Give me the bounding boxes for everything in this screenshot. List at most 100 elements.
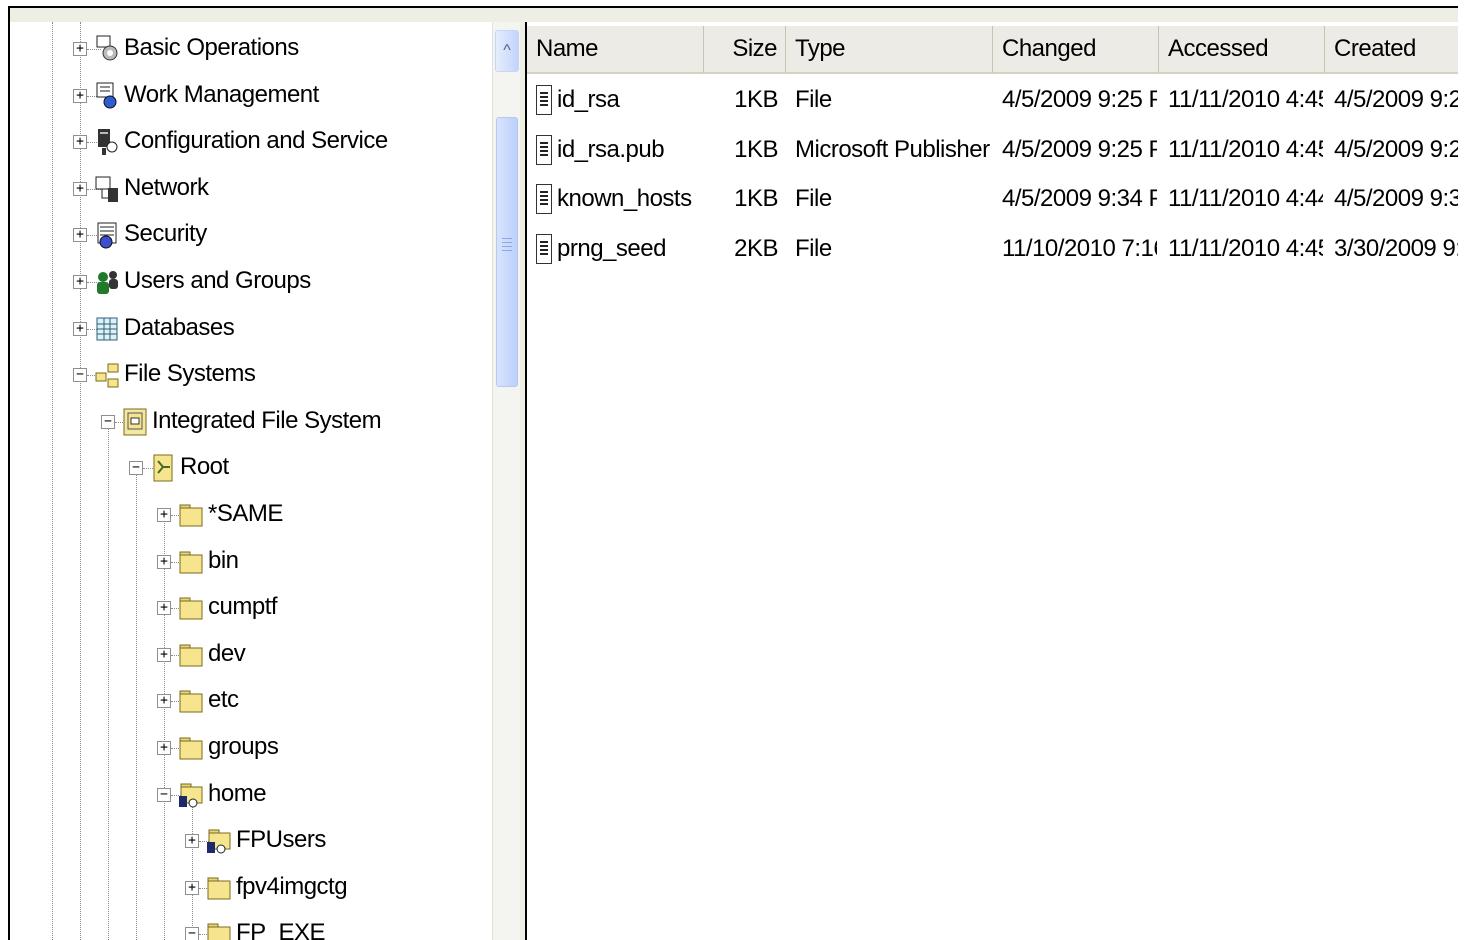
scroll-grip-line <box>502 246 512 247</box>
file-accessed-cell: 11/11/2010 4:44 PM <box>1168 185 1323 212</box>
expand-icon[interactable]: + <box>73 228 87 243</box>
collapse-icon[interactable]: − <box>157 787 171 802</box>
tree-node-fpv4imgctg[interactable]: + fpv4imgctg <box>10 865 490 911</box>
tree-node-same[interactable]: + *SAME <box>10 492 490 538</box>
expand-icon[interactable]: + <box>73 135 87 150</box>
tree-node-bin[interactable]: + bin <box>10 539 490 585</box>
file-list-view[interactable]: Name Size Type Changed Accessed Created … <box>527 22 1458 940</box>
users-groups-icon <box>94 267 120 297</box>
navigation-tree[interactable]: + Basic Operations + Work Management + Config… <box>10 22 492 940</box>
folder-icon <box>178 686 204 716</box>
tree-node-label[interactable]: File Systems <box>124 360 256 388</box>
tree-node-label[interactable]: Integrated File System <box>152 407 382 435</box>
tree-node-fpusers[interactable]: + FPUsers <box>10 818 490 864</box>
column-header-created[interactable]: Created <box>1325 26 1458 74</box>
column-header-label: Name <box>536 35 599 62</box>
tree-node-label[interactable]: Security <box>124 220 207 248</box>
tree-node-root[interactable]: − Root <box>10 445 490 491</box>
column-header-label: Accessed <box>1168 35 1269 62</box>
tree-node-label[interactable]: cumptf <box>208 593 278 621</box>
expand-icon[interactable]: + <box>157 554 171 569</box>
file-created-cell: 4/5/2009 9:25 PM <box>1334 86 1458 113</box>
expand-icon[interactable]: + <box>157 694 171 709</box>
column-header-accessed[interactable]: Accessed <box>1159 26 1325 74</box>
tree-node-label[interactable]: home <box>208 780 267 808</box>
column-header-name[interactable]: Name <box>527 26 704 74</box>
tree-node-groups[interactable]: + groups <box>10 725 490 771</box>
folder-icon <box>178 593 204 623</box>
tree-node-label[interactable]: Configuration and Service <box>124 127 388 155</box>
file-name-cell[interactable]: prng_seed <box>557 235 702 263</box>
expand-icon[interactable]: + <box>157 741 171 755</box>
tree-node-label[interactable]: *SAME <box>208 500 283 528</box>
expand-icon[interactable]: + <box>157 647 171 662</box>
collapse-icon[interactable]: − <box>73 368 87 383</box>
file-row[interactable]: id_rsa.pub 1KB Microsoft Publisher Doc... 4… <box>527 128 1458 176</box>
tree-vertical-scrollbar[interactable]: ^ <box>492 22 520 940</box>
tree-node-etc[interactable]: + etc <box>10 678 490 724</box>
file-icon <box>536 85 552 115</box>
expand-icon[interactable]: + <box>157 601 171 616</box>
expand-icon[interactable]: + <box>73 42 87 56</box>
column-header-size[interactable]: Size <box>704 26 786 74</box>
file-size-cell: 2KB <box>734 234 778 262</box>
expand-icon[interactable]: + <box>73 181 87 196</box>
scroll-thumb[interactable] <box>496 117 518 387</box>
file-row[interactable]: known_hosts 1KB File 4/5/2009 9:34 PM 11/11/… <box>527 177 1458 225</box>
tree-node-label[interactable]: dev <box>208 640 246 668</box>
collapse-icon[interactable]: − <box>129 461 143 476</box>
file-name-cell[interactable]: known_hosts <box>557 185 702 213</box>
file-name-cell[interactable]: id_rsa.pub <box>557 136 702 164</box>
tree-node-dev[interactable]: + dev <box>10 632 490 678</box>
tree-node-label[interactable]: groups <box>208 733 279 761</box>
file-name-cell[interactable]: id_rsa <box>557 86 702 114</box>
expand-icon[interactable]: + <box>185 834 199 849</box>
collapse-icon[interactable]: − <box>101 414 115 429</box>
tree-node-label[interactable]: FP_EXE <box>236 919 326 940</box>
column-header-changed[interactable]: Changed <box>993 26 1159 74</box>
tree-node-home[interactable]: − home <box>10 772 490 818</box>
tree-node-cumptf[interactable]: + cumptf <box>10 585 490 631</box>
tree-node-label[interactable]: Network <box>124 174 209 202</box>
tree-node-label[interactable]: Databases <box>124 314 235 342</box>
column-header-label: Changed <box>1002 35 1096 62</box>
pane-splitter[interactable] <box>520 22 527 940</box>
expand-icon[interactable]: + <box>185 880 199 895</box>
file-row[interactable]: id_rsa 1KB File 4/5/2009 9:25 PM 11/11/2010 … <box>527 78 1458 126</box>
file-created-cell: 4/5/2009 9:25 PM <box>1334 135 1458 163</box>
column-header-label: Type <box>795 35 846 62</box>
tree-node-label[interactable]: FPUsers <box>236 826 326 854</box>
basic-operations-icon <box>94 34 120 64</box>
file-accessed-cell: 11/11/2010 4:45 PM <box>1168 135 1323 163</box>
column-header-type[interactable]: Type <box>786 26 993 74</box>
tree-node-basic-operations[interactable]: + Basic Operations <box>10 26 490 72</box>
tree-node-label[interactable]: etc <box>208 686 239 714</box>
tree-node-databases[interactable]: + Databases <box>10 306 490 352</box>
file-size-cell: 1KB <box>734 185 778 212</box>
shared-folder-icon <box>178 780 204 810</box>
tree-node-file-systems[interactable]: − File Systems <box>10 352 490 398</box>
tree-node-integrated-file-system[interactable]: − Integrated File System <box>10 399 490 445</box>
tree-node-work-management[interactable]: + Work Management <box>10 73 490 119</box>
file-row[interactable]: prng_seed 2KB File 11/10/2010 7:16 PM 11/11/… <box>527 227 1458 275</box>
file-type-cell: File <box>795 86 832 113</box>
tree-node-fp-exe[interactable]: − FP_EXE <box>10 911 490 940</box>
tree-node-label[interactable]: Work Management <box>124 81 319 109</box>
tree-node-security[interactable]: + Security <box>10 212 490 258</box>
tree-node-label[interactable]: Root <box>180 453 229 481</box>
tree-node-label[interactable]: Basic Operations <box>124 34 299 62</box>
expand-icon[interactable]: + <box>157 508 171 522</box>
tree-node-label[interactable]: fpv4imgctg <box>236 873 348 901</box>
tree-node-configuration-and-service[interactable]: + Configuration and Service <box>10 119 490 165</box>
expand-icon[interactable]: + <box>73 321 87 336</box>
file-accessed-cell: 11/11/2010 4:45 PM <box>1168 234 1323 262</box>
scroll-up-button[interactable]: ^ <box>495 30 519 72</box>
expand-icon[interactable]: + <box>73 88 87 103</box>
tree-node-users-and-groups[interactable]: + Users and Groups <box>10 259 490 305</box>
expand-icon[interactable]: + <box>73 275 87 289</box>
folder-icon <box>178 500 204 530</box>
tree-node-network[interactable]: + Network <box>10 166 490 212</box>
collapse-icon[interactable]: − <box>185 927 199 940</box>
tree-node-label[interactable]: Users and Groups <box>124 267 311 295</box>
tree-node-label[interactable]: bin <box>208 547 239 575</box>
